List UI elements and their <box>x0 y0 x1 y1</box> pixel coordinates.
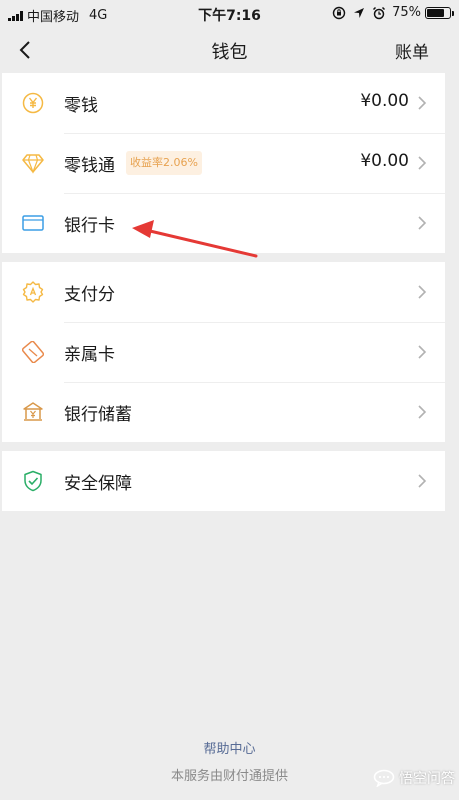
row-label: 零钱 <box>64 96 98 116</box>
bill-button[interactable]: 账单 <box>395 38 429 63</box>
chevron-right-icon <box>418 285 427 299</box>
card-icon <box>22 215 44 231</box>
diamond-icon <box>22 154 44 174</box>
row-label: 亲属卡 <box>64 345 115 365</box>
alarm-icon <box>373 6 386 19</box>
chevron-right-icon <box>418 345 427 359</box>
page-title: 钱包 <box>211 42 248 63</box>
yield-badge: 收益率2.06% <box>126 151 202 175</box>
list-item-bank-card[interactable]: 银行卡 <box>2 193 445 253</box>
family-card-icon <box>22 341 44 363</box>
balance-value: ¥0.00 <box>360 91 409 111</box>
battery-percent: 75% <box>392 5 421 20</box>
row-label: 安全保障 <box>64 474 132 494</box>
chevron-right-icon <box>418 96 427 110</box>
row-label: 零钱通 <box>64 156 115 176</box>
list-item-change[interactable]: 零钱 ¥0.00 <box>2 73 445 133</box>
battery-icon <box>425 6 454 19</box>
status-right: 75% <box>332 5 454 20</box>
row-label: 支付分 <box>64 285 115 305</box>
chevron-right-icon <box>418 405 427 419</box>
list-item-change-plus[interactable]: 零钱通 收益率2.06% ¥0.00 <box>2 133 445 193</box>
speech-bubble-icon <box>373 769 395 787</box>
help-center-link[interactable]: 帮助中心 <box>0 738 459 757</box>
location-icon <box>354 7 365 18</box>
list-item-pay-score[interactable]: 支付分 <box>2 262 445 322</box>
shield-check-icon <box>24 470 42 492</box>
row-label: 银行储蓄 <box>64 405 132 425</box>
chevron-right-icon <box>418 474 427 488</box>
watermark: 悟空问答 <box>373 768 455 788</box>
wallet-section-security: 安全保障 <box>2 451 445 511</box>
bank-savings-icon <box>23 402 43 421</box>
rotation-lock-icon <box>332 6 346 19</box>
nav-bar: 钱包 账单 <box>0 28 459 72</box>
score-badge-icon <box>22 281 44 303</box>
list-item-bank-savings[interactable]: 银行储蓄 <box>2 382 445 442</box>
list-item-security[interactable]: 安全保障 <box>2 451 445 511</box>
status-bar: 中国移动 4G 下午7:16 75% <box>0 0 459 28</box>
balance-value: ¥0.00 <box>360 151 409 171</box>
chevron-right-icon <box>418 156 427 170</box>
yuan-coin-icon <box>22 92 44 114</box>
watermark-text: 悟空问答 <box>399 771 455 787</box>
row-label: 银行卡 <box>64 216 115 236</box>
wallet-section-services: 支付分 亲属卡 银行储蓄 <box>2 262 445 442</box>
wallet-section-balance: 零钱 ¥0.00 零钱通 收益率2.06% ¥0.00 银行卡 <box>2 73 445 253</box>
list-item-family-card[interactable]: 亲属卡 <box>2 322 445 382</box>
chevron-right-icon <box>418 216 427 230</box>
